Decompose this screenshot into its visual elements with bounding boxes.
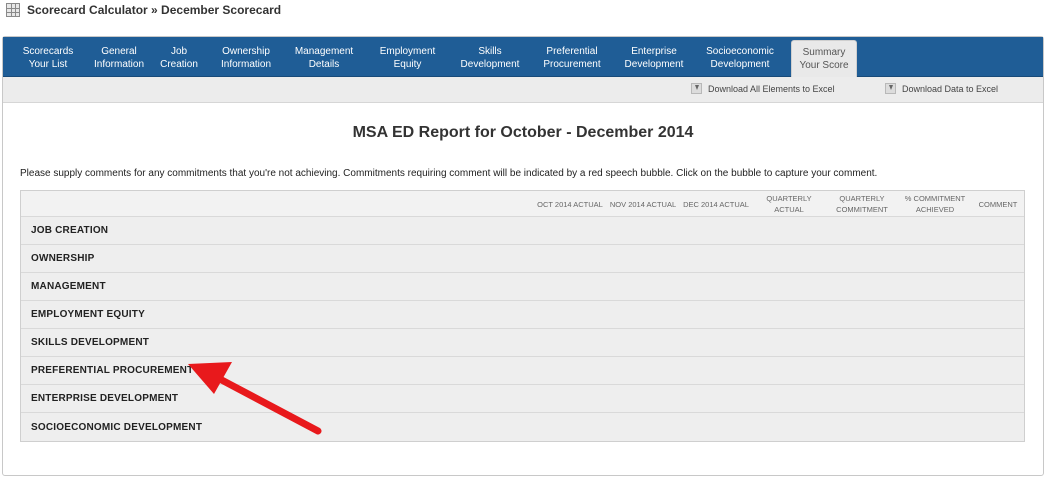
title-bar: Scorecard Calculator » December Scorecar… [0, 0, 1047, 22]
tab-summary-your-score[interactable]: Summary Your Score [791, 40, 857, 77]
instructions-text: Please supply comments for any commitmen… [20, 168, 878, 179]
col-nov-actual: NOV 2014 ACTUAL [609, 199, 677, 209]
toolbar: Download All Elements to Excel Download … [3, 77, 1043, 103]
tab-socioeconomic-development[interactable]: Socioeconomic Development [689, 40, 791, 76]
tab-management-details[interactable]: Management Details [288, 40, 360, 76]
table-row-management[interactable]: MANAGEMENT [21, 273, 1024, 301]
col-quarterly-actual: QUARTERLY ACTUAL [766, 194, 812, 214]
col-oct-actual: OCT 2014 ACTUAL [537, 199, 603, 209]
tab-job-creation[interactable]: Job Creation [154, 40, 204, 76]
table-row-skills-development[interactable]: SKILLS DEVELOPMENT [21, 329, 1024, 357]
report-title: MSA ED Report for October - December 201… [352, 124, 694, 141]
tab-ownership-information[interactable]: Ownership Information [204, 40, 288, 76]
nav-tabs: Scorecards Your List General Information… [3, 37, 1043, 77]
tab-preferential-procurement[interactable]: Preferential Procurement [525, 40, 619, 76]
col-commitment-achieved: % COMMITMENT ACHIEVED [904, 194, 966, 214]
col-dec-actual: DEC 2014 ACTUAL [683, 199, 749, 209]
tab-general-information[interactable]: General Information [84, 40, 154, 76]
table-row-enterprise-development[interactable]: ENTERPRISE DEVELOPMENT [21, 385, 1024, 413]
table-row-ownership[interactable]: OWNERSHIP [21, 245, 1024, 273]
table-row-employment-equity[interactable]: EMPLOYMENT EQUITY [21, 301, 1024, 329]
download-icon [885, 83, 896, 94]
tab-employment-equity[interactable]: Employment Equity [360, 40, 455, 76]
table-row-job-creation[interactable]: JOB CREATION [21, 217, 1024, 245]
main-panel: Scorecards Your List General Information… [2, 36, 1044, 476]
tab-enterprise-development[interactable]: Enterprise Development [619, 40, 689, 76]
col-quarterly-commitment: QUARTERLY COMMITMENT [836, 194, 888, 214]
download-all-label: Download All Elements to Excel [708, 83, 835, 94]
download-data-link[interactable]: Download Data to Excel [885, 83, 998, 94]
download-data-label: Download Data to Excel [902, 83, 999, 94]
download-all-elements-link[interactable]: Download All Elements to Excel [691, 83, 835, 94]
table-row-preferential-procurement[interactable]: PREFERENTIAL PROCUREMENT [21, 357, 1024, 385]
tab-scorecards[interactable]: Scorecards Your List [12, 40, 84, 76]
table-header: OCT 2014 ACTUAL NOV 2014 ACTUAL DEC 2014… [21, 191, 1024, 217]
table-row-socioeconomic-development[interactable]: SOCIOECONOMIC DEVELOPMENT [21, 413, 1024, 441]
tab-skills-development[interactable]: Skills Development [455, 40, 525, 76]
download-icon [691, 83, 702, 94]
calculator-grid-icon [6, 3, 20, 17]
report-table: OCT 2014 ACTUAL NOV 2014 ACTUAL DEC 2014… [20, 190, 1025, 442]
col-comment: COMMENT [978, 199, 1018, 209]
breadcrumb: Scorecard Calculator » December Scorecar… [27, 3, 282, 17]
